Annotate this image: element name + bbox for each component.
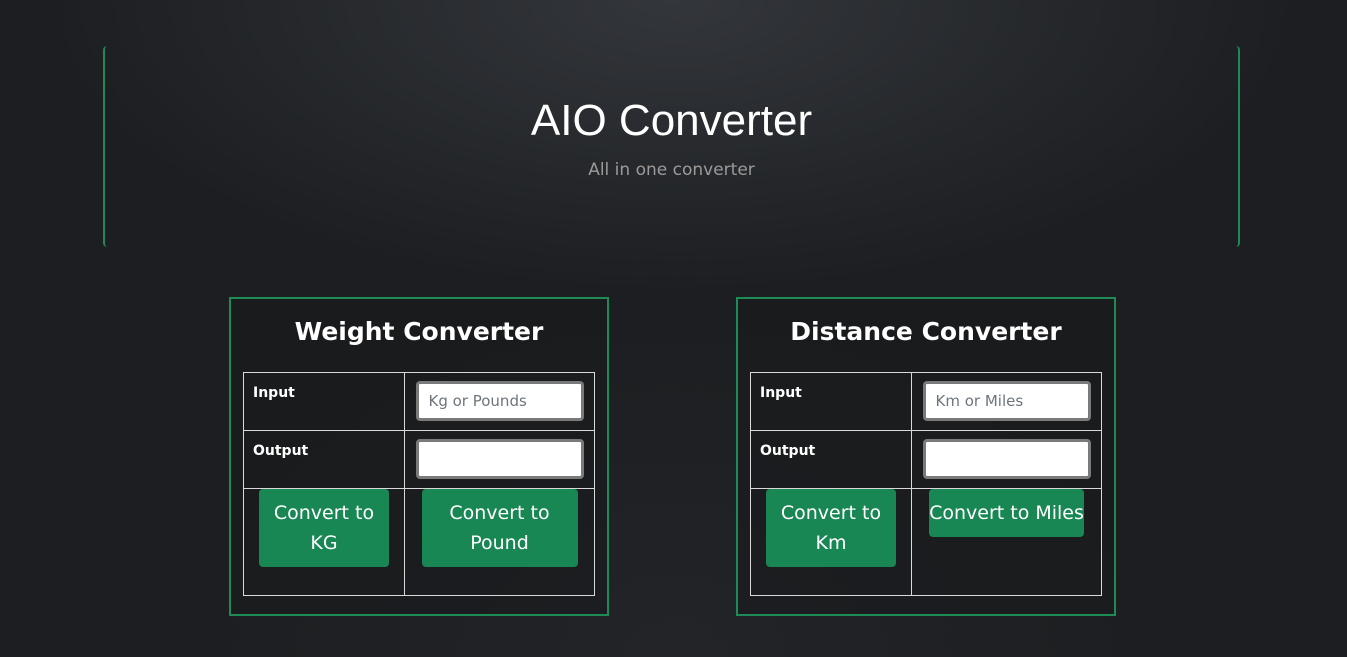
- distance-converter-card: Distance Converter Input Output Convert …: [736, 297, 1116, 616]
- weight-input-label: Input: [253, 385, 295, 401]
- weight-output-field[interactable]: [415, 439, 584, 479]
- convert-to-miles-button[interactable]: Convert to Miles: [929, 489, 1084, 537]
- weight-converter-card: Weight Converter Input Output Convert to…: [229, 297, 609, 616]
- header-panel: AIO Converter All in one converter: [103, 46, 1240, 247]
- convert-to-km-button[interactable]: Convert to Km: [766, 489, 896, 567]
- weight-output-label: Output: [253, 443, 309, 459]
- convert-to-pound-button[interactable]: Convert to Pound: [421, 489, 578, 567]
- page-subtitle: All in one converter: [588, 160, 755, 180]
- distance-output-field[interactable]: [922, 439, 1091, 479]
- distance-input-field[interactable]: [922, 381, 1091, 421]
- weight-input-field[interactable]: [415, 381, 584, 421]
- convert-to-kg-button[interactable]: Convert to KG: [259, 489, 389, 567]
- weight-converter-table: Input Output Convert to KG Convert to Po…: [243, 372, 595, 596]
- distance-input-label: Input: [760, 385, 802, 401]
- page-title: AIO Converter: [530, 96, 813, 145]
- distance-output-label: Output: [760, 443, 816, 459]
- distance-converter-title: Distance Converter: [790, 317, 1062, 346]
- distance-converter-table: Input Output Convert to Km Convert to Mi…: [750, 372, 1102, 596]
- weight-converter-title: Weight Converter: [294, 317, 544, 346]
